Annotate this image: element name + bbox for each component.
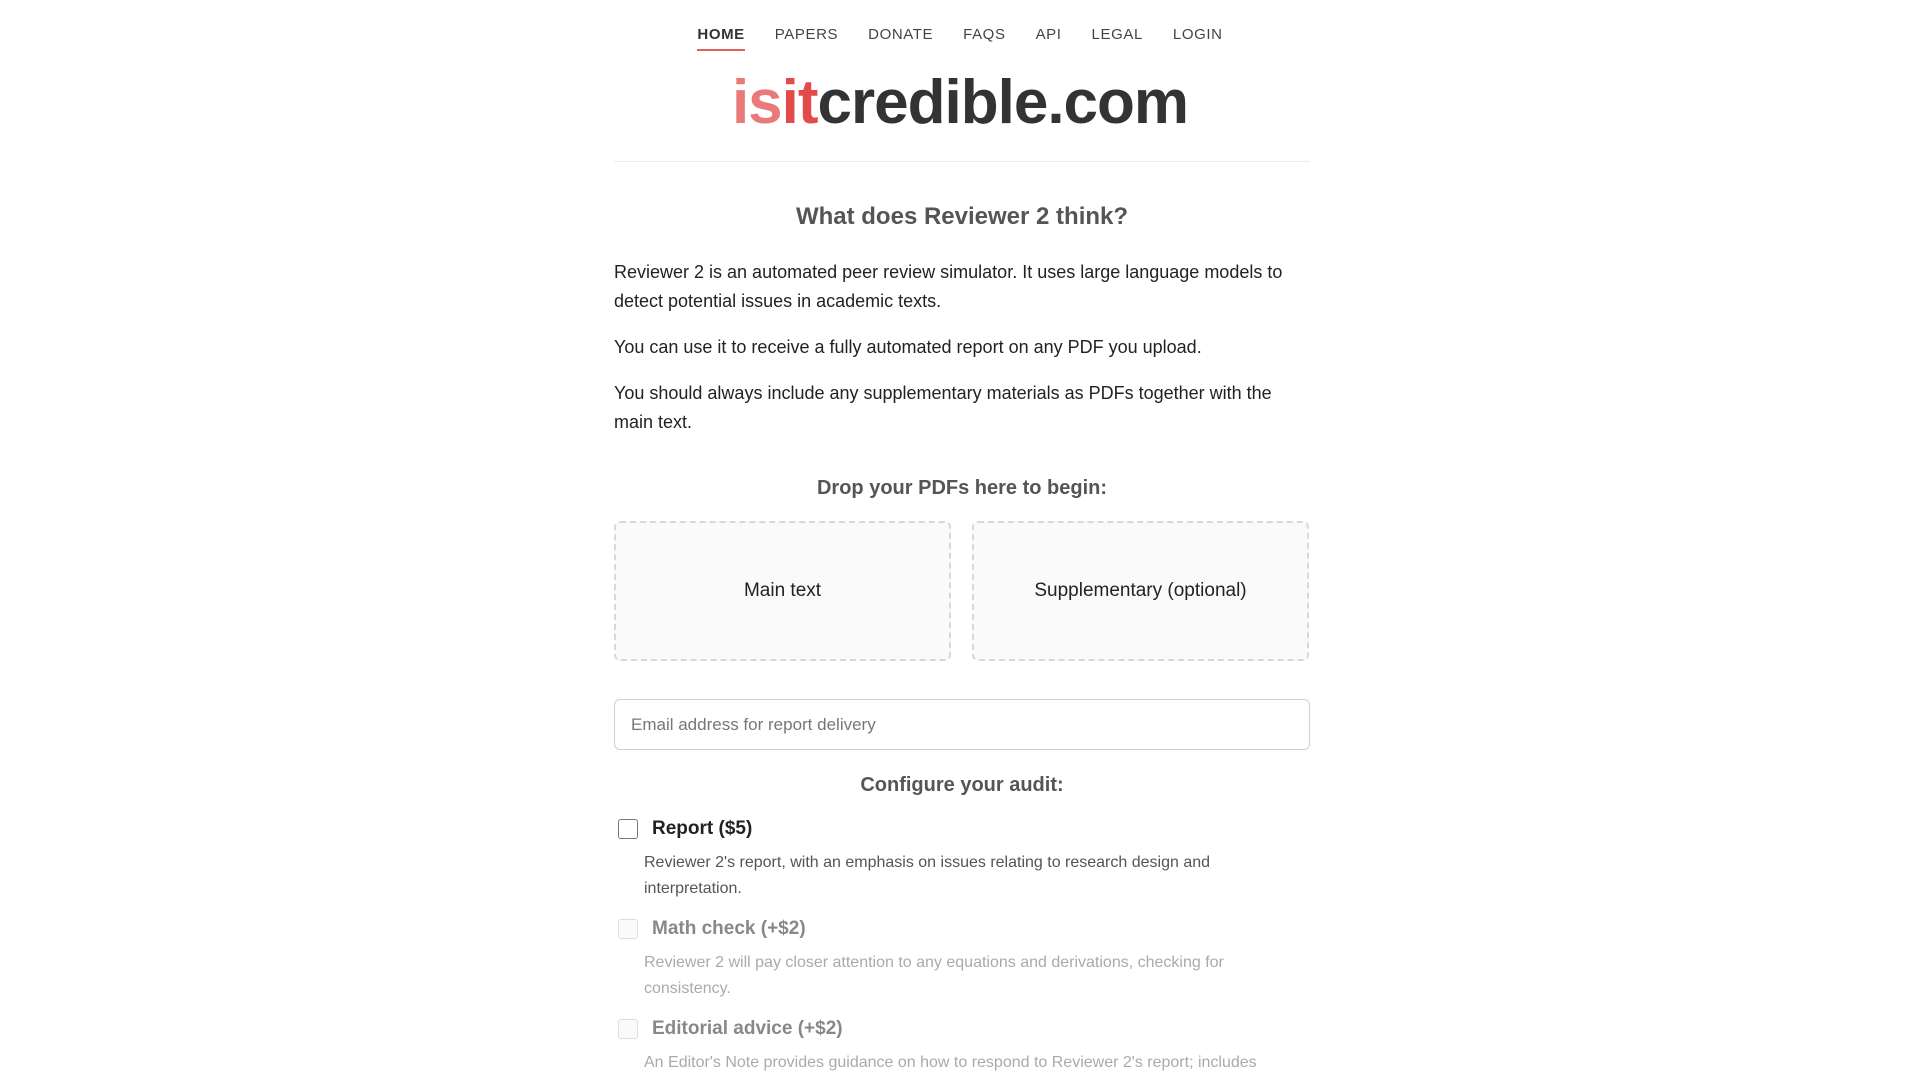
editorial-advice-option-label[interactable]: Editorial advice (+$2) — [652, 1018, 843, 1040]
nav-legal[interactable]: LEGAL — [1092, 26, 1143, 51]
supplementary-dropzone[interactable]: Supplementary (optional) — [972, 521, 1309, 661]
option-editorial-advice: Editorial advice (+$2) An Editor's Note … — [614, 1018, 1310, 1076]
top-nav: HOME PAPERS DONATE FAQS API LEGAL LOGIN — [0, 26, 1920, 51]
intro-paragraph-2: You can use it to receive a fully automa… — [614, 337, 1202, 357]
email-input[interactable] — [614, 699, 1310, 750]
math-check-option-description: Reviewer 2 will pay closer attention to … — [644, 954, 1224, 997]
logo-it: it — [781, 68, 819, 137]
header-divider — [614, 161, 1310, 162]
math-check-checkbox[interactable] — [618, 919, 638, 939]
intro-paragraph-3: You should always include any supplement… — [614, 383, 1272, 432]
option-report: Report ($5) Reviewer 2's report, with an… — [614, 818, 1310, 902]
report-option-description: Reviewer 2's report, with an emphasis on… — [644, 854, 1211, 897]
nav-faqs[interactable]: FAQS — [963, 26, 1005, 51]
editorial-advice-option-description: An Editor's Note provides guidance on ho… — [644, 1054, 1257, 1071]
math-check-option-label[interactable]: Math check (+$2) — [652, 918, 806, 940]
logo-credible: credible.com — [817, 68, 1189, 137]
drop-zones: Main text Supplementary (optional) — [614, 521, 1310, 661]
nav-api[interactable]: API — [1036, 26, 1062, 51]
nav-login[interactable]: LOGIN — [1173, 26, 1223, 51]
report-option-label[interactable]: Report ($5) — [652, 818, 752, 840]
supplementary-dropzone-label: Supplementary (optional) — [1034, 580, 1247, 601]
nav-papers[interactable]: PAPERS — [775, 26, 838, 51]
main-text-dropzone[interactable]: Main text — [614, 521, 951, 661]
intro-paragraph-1: Reviewer 2 is an automated peer review s… — [614, 262, 1283, 311]
nav-donate[interactable]: DONATE — [868, 26, 933, 51]
report-checkbox[interactable] — [618, 819, 638, 839]
main-text-dropzone-label: Main text — [743, 580, 822, 601]
logo-is: is — [731, 68, 783, 137]
option-math-check: Math check (+$2) Reviewer 2 will pay clo… — [614, 918, 1310, 1002]
main-content: What does Reviewer 2 think? Reviewer 2 i… — [614, 200, 1310, 1076]
nav-home[interactable]: HOME — [697, 26, 745, 51]
drop-heading: Drop your PDFs here to begin: — [816, 477, 1108, 499]
site-logo[interactable]: isitcredible.com — [0, 68, 1920, 138]
config-heading: Configure your audit: — [860, 774, 1064, 796]
page-title: What does Reviewer 2 think? — [795, 203, 1129, 230]
editorial-advice-checkbox[interactable] — [618, 1019, 638, 1039]
